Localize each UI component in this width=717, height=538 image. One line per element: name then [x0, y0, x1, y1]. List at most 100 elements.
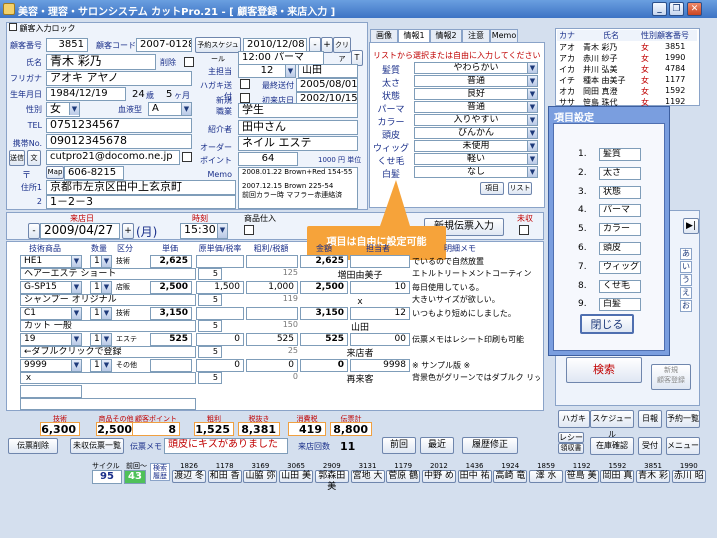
point-field[interactable]: 64 — [238, 152, 298, 166]
clear-button[interactable]: クリア — [333, 37, 351, 63]
tab-info2[interactable]: 情報2 — [430, 29, 462, 42]
right-button-3[interactable]: 予約一覧 — [666, 410, 700, 428]
lock-check-row[interactable]: 顧客入力ロック — [9, 23, 76, 34]
customer-row[interactable]: アカ 赤川 紗子 女 1990 — [557, 53, 697, 64]
grid-amount[interactable]: 2,625 — [300, 255, 348, 268]
mail-text-button[interactable]: 文 — [27, 150, 41, 166]
grid-amount[interactable]: 0 — [300, 359, 348, 372]
search-button[interactable]: 検索 — [566, 357, 642, 383]
address2-field[interactable]: 1－2－3 — [46, 195, 236, 209]
grid-rate[interactable]: 5 — [198, 320, 222, 332]
last-send-field[interactable]: 2005/08/01 — [296, 78, 358, 92]
right-button-2[interactable]: 日報 — [638, 410, 662, 428]
tab-image[interactable]: 画像 — [370, 29, 398, 42]
grid-price[interactable]: 3,150 — [150, 307, 192, 320]
grid-cost[interactable] — [196, 255, 244, 268]
date-next-button[interactable]: + — [122, 223, 134, 239]
dialog-item-field[interactable]: パーマ — [599, 204, 641, 218]
tel-field[interactable]: 0751234567 — [46, 118, 192, 133]
schedule-date-field[interactable]: 2010/12/08 — [243, 38, 307, 52]
grid-price[interactable]: 525 — [150, 333, 192, 346]
dm-checkbox[interactable] — [240, 79, 250, 89]
history-customer-button[interactable]: 田中 祐 — [457, 470, 492, 483]
lock-checkbox[interactable] — [9, 23, 17, 31]
kana-field[interactable]: アオキ アヤノ — [46, 71, 192, 86]
history-customer-button[interactable]: 郭森田 美 — [314, 470, 349, 492]
customer-code-field[interactable]: 2007-0128 — [136, 38, 192, 52]
customer-row[interactable]: アオ 青木 彩乃 女 3851 — [557, 42, 697, 53]
info-select-4[interactable]: 入りやすい ▼ — [414, 114, 538, 126]
history-customer-button[interactable]: 中野 め — [421, 470, 456, 483]
memo-field[interactable]: 2008.01.22 Brown+Red 154-55 2007.12.15 B… — [238, 167, 358, 209]
grid-item-name[interactable]: ｘ — [20, 372, 196, 384]
dialog-item-field[interactable]: 白髪 — [599, 298, 641, 312]
blood-select[interactable]: A ▼ — [148, 102, 192, 116]
mail-send-button[interactable]: 送信 — [9, 150, 25, 166]
info-select-7[interactable]: 軽い ▼ — [414, 153, 538, 165]
history-customer-button[interactable]: 笹島 美 — [564, 470, 599, 483]
intro-field[interactable]: 田中さん — [238, 120, 358, 135]
grid-rate[interactable]: 5 — [198, 294, 222, 306]
info-select-8[interactable]: なし ▼ — [414, 166, 538, 178]
grid-cost[interactable]: 0 — [196, 333, 244, 346]
grid-price[interactable]: 2,500 — [150, 281, 192, 294]
right-button-1[interactable]: スケジュール — [590, 410, 634, 439]
customer-row[interactable]: イカ 井川 弘美 女 4784 — [557, 64, 697, 75]
tab-caution[interactable]: 注意 — [462, 29, 490, 42]
appointment-field[interactable]: 12:00 パーマ — [238, 51, 324, 65]
grid-empty-code[interactable] — [20, 385, 82, 398]
history-customer-button[interactable]: 渡辺 冬 — [172, 470, 206, 483]
grid-price[interactable]: 2,625 — [150, 255, 192, 268]
dialog-item-field[interactable]: ウィッグ — [599, 260, 641, 274]
visit-time-select[interactable]: 15:30 ▼ — [180, 223, 228, 239]
mobile-field[interactable]: 09012345678 — [46, 134, 192, 149]
grid-price[interactable] — [150, 359, 192, 372]
side-index-0[interactable]: あ — [680, 248, 692, 260]
grid-staff[interactable] — [350, 255, 410, 268]
dialog-item-field[interactable]: 頭皮 — [599, 242, 641, 255]
info-select-2[interactable]: 良好 ▼ — [414, 88, 538, 100]
history-customer-button[interactable]: 岡田 真 — [600, 470, 635, 483]
grid-qty-select[interactable]: 1 ▼ — [90, 333, 112, 346]
grid-gross[interactable]: 0 — [246, 359, 298, 372]
grid-amount[interactable]: 3,150 — [300, 307, 348, 320]
side-index-1[interactable]: い — [680, 261, 692, 273]
grid-qty-select[interactable]: 1 ▼ — [90, 281, 112, 294]
list-button[interactable]: リスト — [508, 182, 532, 195]
dialog-item-field[interactable]: 状態 — [599, 185, 641, 199]
grid-rate[interactable]: 5 — [198, 346, 222, 358]
next-arrow-button[interactable]: ▶| — [683, 218, 699, 234]
item-button[interactable]: 項目 — [480, 182, 504, 195]
right-button-4[interactable]: レシート — [558, 432, 584, 451]
unpaid-checkbox[interactable] — [519, 225, 529, 235]
zip-field[interactable]: 606-8215 — [64, 166, 124, 180]
grid-rate[interactable]: 5 — [198, 372, 222, 384]
tab-memo[interactable]: Memo — [490, 29, 518, 42]
grid-code-select[interactable]: HE1 ▼ — [20, 255, 82, 268]
recent-button[interactable]: 最近 — [420, 437, 454, 454]
history-customer-button[interactable]: 赤川 昭 — [671, 470, 706, 483]
restore-button[interactable]: ❐ — [669, 2, 684, 16]
slip-memo-field[interactable]: 頭皮にキズがありました — [164, 438, 288, 454]
unpaid-list-button[interactable]: 未収伝票一覧 — [70, 438, 124, 454]
right-button-0[interactable]: ハガキ — [558, 410, 590, 428]
minimize-button[interactable]: _ — [652, 2, 667, 16]
info-select-5[interactable]: びんかん ▼ — [414, 127, 538, 139]
delete-checkbox[interactable] — [184, 57, 194, 67]
grid-empty-name[interactable] — [20, 398, 196, 410]
grid-item-name[interactable]: カット 一般 — [20, 320, 196, 332]
history-customer-button[interactable]: 青木 彩 — [636, 470, 671, 483]
side-index-3[interactable]: え — [680, 287, 692, 299]
history-customer-button[interactable]: 菅原 鶴 — [386, 470, 421, 483]
history-customer-button[interactable]: 山田 美 — [279, 470, 314, 483]
gender-select[interactable]: 女 ▼ — [46, 102, 80, 117]
dialog-item-field[interactable]: 髪質 — [599, 148, 641, 161]
tab-info1[interactable]: 情報1 — [398, 29, 430, 43]
info-select-1[interactable]: 普通 ▼ — [414, 75, 538, 87]
date-prev-button[interactable]: - — [28, 223, 40, 239]
grid-amount[interactable]: 525 — [300, 333, 348, 346]
order-field[interactable]: ネイル エステ — [238, 136, 358, 151]
grid-item-name[interactable]: シャンプー オリジナル — [20, 294, 196, 306]
dialog-item-field[interactable]: カラー — [599, 223, 641, 237]
birth-field[interactable]: 1984/12/19 — [46, 87, 126, 101]
